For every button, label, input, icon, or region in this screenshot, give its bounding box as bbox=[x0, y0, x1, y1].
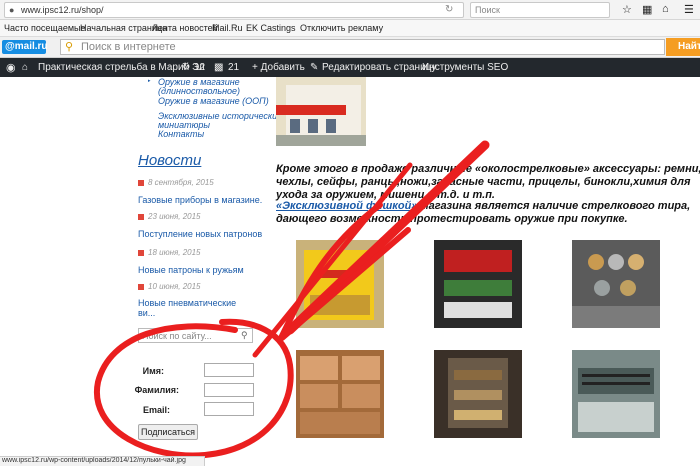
red-annotation bbox=[93, 140, 490, 459]
status-bar: www.ipsc12.ru/wp-content/uploads/2014/12… bbox=[0, 456, 205, 466]
